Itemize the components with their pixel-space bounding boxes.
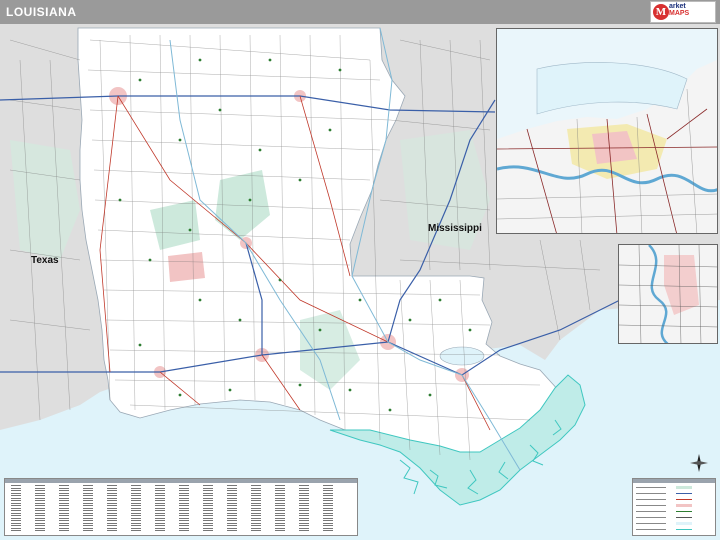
index-column (83, 485, 93, 533)
index-column (59, 485, 69, 533)
legend-header-bar (633, 479, 715, 483)
inset2-svg (619, 245, 717, 343)
logo-text-line2: MAPS (669, 10, 690, 17)
index-column (203, 485, 213, 533)
inset-map-new-orleans[interactable] (496, 28, 718, 234)
legend-row (636, 493, 712, 496)
logo-mark: M (653, 4, 669, 20)
market-maps-logo: M arket MAPS (650, 1, 716, 23)
logo-text-line1: arket (669, 3, 686, 10)
inset-map-baton-rouge[interactable] (618, 244, 718, 344)
legend-row (636, 504, 712, 508)
label-texas: Texas (31, 255, 59, 266)
index-header-bar (5, 479, 357, 483)
legend-row (636, 499, 712, 502)
legend-row (636, 529, 712, 532)
index-column (11, 485, 21, 533)
map-legend (632, 478, 716, 536)
index-column (107, 485, 117, 533)
inset1-svg (497, 29, 717, 233)
index-column (35, 485, 45, 533)
alexandria-urban (168, 252, 205, 282)
index-column (227, 485, 237, 533)
index-column (299, 485, 309, 533)
index-column (131, 485, 141, 533)
label-mississippi: Mississippi (428, 223, 482, 234)
legend-row (636, 511, 712, 514)
index-column (275, 485, 285, 533)
index-column (323, 485, 333, 533)
compass-svg (690, 454, 708, 472)
lake-pontchartrain (439, 346, 485, 366)
index-column (155, 485, 165, 533)
index-column (251, 485, 261, 533)
title-bar: LOUISIANA M arket MAPS (0, 0, 720, 24)
legend-row (636, 486, 712, 490)
index-column (179, 485, 189, 533)
map-title: LOUISIANA (6, 5, 77, 19)
legend-row (636, 522, 712, 526)
legend-row (636, 517, 712, 520)
city-index-table (4, 478, 358, 536)
compass-rose-icon (690, 454, 708, 472)
